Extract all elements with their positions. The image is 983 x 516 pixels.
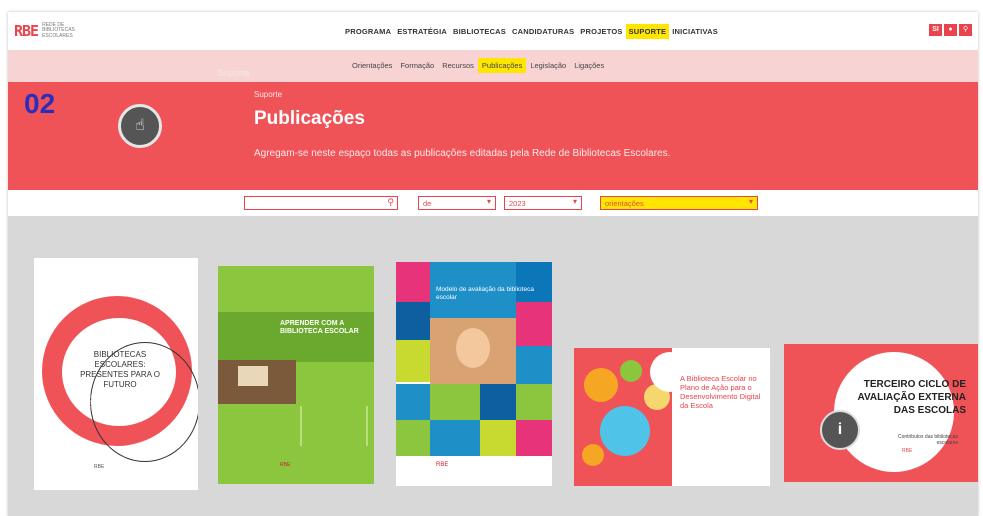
search-icon[interactable]: ⚲ bbox=[959, 24, 972, 36]
sub-nav-items: Orientações Formação Recursos Publicaçõe… bbox=[348, 58, 608, 73]
cover-block bbox=[396, 340, 430, 382]
sub-nav: Suporte Orientações Formação Recursos Pu… bbox=[8, 50, 978, 82]
logo-mark: RBE bbox=[14, 22, 39, 40]
nav-projetos[interactable]: PROJETOS bbox=[577, 24, 625, 39]
cover-gear bbox=[620, 360, 642, 382]
publication-brand: RBE bbox=[94, 464, 105, 470]
cover-block bbox=[480, 420, 516, 456]
cover-block bbox=[516, 420, 552, 456]
nav-bibliotecas[interactable]: BIBLIOTECAS bbox=[450, 24, 509, 39]
type-select-value: de bbox=[423, 199, 432, 208]
sub-nav-legislacao[interactable]: Legislação bbox=[526, 58, 570, 73]
category-select[interactable]: orientações ▾ bbox=[600, 196, 758, 210]
cover-block bbox=[516, 302, 552, 346]
nav-suporte[interactable]: SUPORTE bbox=[625, 24, 670, 39]
nav-candidaturas[interactable]: CANDIDATURAS bbox=[509, 24, 577, 39]
page-description: Agregam-se neste espaço todas as publica… bbox=[254, 148, 671, 159]
info-icon[interactable]: i bbox=[820, 410, 860, 450]
publication-card-1[interactable]: BIBLIOTECAS ESCOLARES: PRESENTES PARA O … bbox=[34, 258, 198, 490]
publication-card-3[interactable]: Modelo de avaliação da biblioteca escola… bbox=[396, 262, 552, 486]
nav-programa[interactable]: PROGRAMA bbox=[342, 24, 394, 39]
sub-nav-formacao[interactable]: Formação bbox=[396, 58, 438, 73]
cover-gear bbox=[584, 368, 618, 402]
cover-block bbox=[396, 420, 430, 456]
chevron-down-icon: ▾ bbox=[486, 197, 491, 206]
sub-nav-publicacoes[interactable]: Publicações bbox=[477, 58, 527, 73]
sub-nav-recursos[interactable]: Recursos bbox=[438, 58, 478, 73]
top-header: RBE REDE DE BIBLIOTECAS ESCOLARES PROGRA… bbox=[8, 12, 978, 50]
logo-text: REDE DE BIBLIOTECAS ESCOLARES bbox=[42, 21, 75, 39]
cover-block bbox=[396, 262, 430, 302]
publication-subtitle: Contributos das bibliotecas escolares bbox=[897, 434, 958, 446]
publication-card-4[interactable]: A Biblioteca Escolar no Plano de Ação pa… bbox=[574, 348, 770, 486]
year-select-value: 2023 bbox=[509, 199, 526, 208]
cover-block bbox=[430, 420, 480, 456]
nav-estrategia[interactable]: ESTRATÉGIA bbox=[394, 24, 450, 39]
tap-hand-icon[interactable]: ☝ bbox=[118, 104, 162, 148]
search-input[interactable]: ⚲ bbox=[244, 196, 398, 210]
publication-title: A Biblioteca Escolar no Plano de Ação pa… bbox=[680, 374, 761, 410]
publication-title: APRENDER COM A BIBLIOTECA ESCOLAR bbox=[280, 320, 359, 335]
publication-title: BIBLIOTECAS ESCOLARES: PRESENTES PARA O … bbox=[80, 350, 160, 389]
cover-photo-face bbox=[456, 328, 490, 368]
chevron-down-icon: ▾ bbox=[748, 197, 753, 206]
cover-block bbox=[430, 384, 480, 420]
publication-title: TERCEIRO CICLO DE AVALIAÇÃO EXTERNA DAS … bbox=[857, 379, 966, 416]
browser-page: RBE REDE DE BIBLIOTECAS ESCOLARES PROGRA… bbox=[8, 12, 978, 516]
user-icon[interactable]: ● bbox=[944, 24, 957, 36]
cover-gear bbox=[582, 444, 604, 466]
breadcrumb[interactable]: Suporte bbox=[254, 90, 282, 99]
publication-brand: RBE bbox=[436, 462, 449, 468]
hero-banner: 02 ☝ Suporte Publicações Agregam-se nest… bbox=[8, 82, 978, 190]
category-select-value: orientações bbox=[605, 199, 644, 208]
publication-subtitle: PROGRAMA RBE, PRESENTES PARA O FUTURO 20… bbox=[84, 394, 134, 412]
publication-brand: RBE bbox=[902, 448, 913, 454]
publication-card-2[interactable]: APRENDER COM A BIBLIOTECA ESCOLAR RBE bbox=[218, 266, 374, 484]
sub-nav-ligacoes[interactable]: Ligações bbox=[570, 58, 608, 73]
filter-bar: ⚲ de ▾ 2023 ▾ orientações ▾ bbox=[8, 190, 978, 216]
si-button[interactable]: SI bbox=[929, 24, 942, 36]
cover-block bbox=[396, 302, 430, 340]
page-title: Publicações bbox=[254, 108, 365, 129]
cover-gear bbox=[600, 406, 650, 456]
cover-block bbox=[516, 384, 552, 420]
cover-block bbox=[480, 384, 516, 420]
sub-nav-ghost-label: Suporte bbox=[218, 68, 250, 78]
cover-block bbox=[396, 384, 430, 420]
chevron-down-icon: ▾ bbox=[572, 197, 577, 206]
step-number: 02 bbox=[24, 88, 56, 119]
publication-brand: RBE bbox=[280, 462, 291, 468]
nav-iniciativas[interactable]: INICIATIVAS bbox=[669, 24, 721, 39]
cover-photo-detail bbox=[238, 366, 268, 386]
cover-block bbox=[516, 346, 552, 384]
sub-nav-orientacoes[interactable]: Orientações bbox=[348, 58, 396, 73]
year-select[interactable]: 2023 ▾ bbox=[504, 196, 582, 210]
main-nav: PROGRAMA ESTRATÉGIA BIBLIOTECAS CANDIDAT… bbox=[342, 24, 721, 39]
search-icon[interactable]: ⚲ bbox=[387, 197, 394, 208]
publication-card-5[interactable]: TERCEIRO CICLO DE AVALIAÇÃO EXTERNA DAS … bbox=[784, 344, 978, 482]
top-icons: SI ● ⚲ bbox=[929, 24, 972, 36]
publication-title: Modelo de avaliação da biblioteca escola… bbox=[436, 286, 534, 301]
rbe-logo[interactable]: RBE REDE DE BIBLIOTECAS ESCOLARES bbox=[14, 22, 86, 40]
cover-shelf-lines bbox=[300, 406, 368, 446]
type-select[interactable]: de ▾ bbox=[418, 196, 496, 210]
